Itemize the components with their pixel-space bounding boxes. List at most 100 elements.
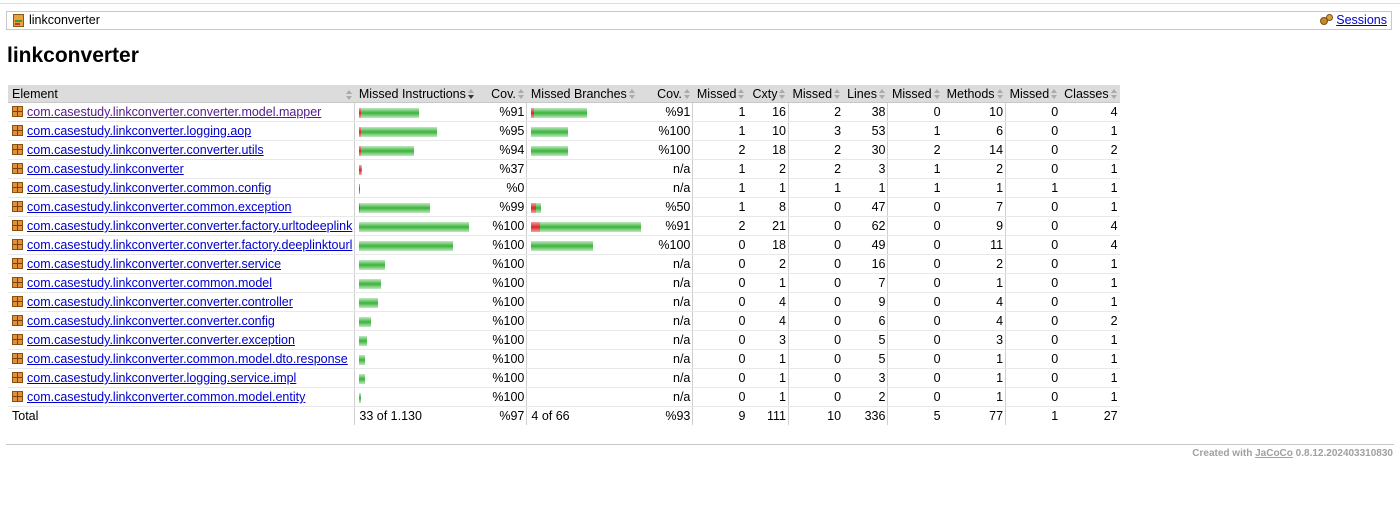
header-missed-lines[interactable]: Missed <box>788 85 844 103</box>
instruction-coverage: %100 <box>482 216 527 236</box>
package-icon <box>12 163 23 174</box>
table-row: com.casestudy.linkconverter.common.excep… <box>8 197 1120 217</box>
footer: Created with JaCoCo 0.8.12.202403310830 <box>1192 448 1393 459</box>
package-link[interactable]: com.casestudy.linkconverter.common.confi… <box>27 181 271 195</box>
missed-branches-cell <box>526 349 649 369</box>
package-link[interactable]: com.casestudy.linkconverter.logging.serv… <box>27 371 296 385</box>
header-methods[interactable]: Methods <box>942 85 1006 103</box>
total-methods: 77 <box>989 409 1004 423</box>
missed-branches-cell <box>526 311 649 331</box>
missed-instructions-cell <box>354 159 483 179</box>
branch-coverage: n/a <box>648 159 693 179</box>
missed-lines: 2 <box>787 159 844 179</box>
package-link[interactable]: com.casestudy.linkconverter.converter.co… <box>27 295 293 309</box>
missed-methods: 0 <box>887 368 943 388</box>
missed-complexity: 0 <box>692 387 748 407</box>
covered-bar <box>359 240 454 251</box>
header-lines[interactable]: Lines <box>843 85 888 103</box>
package-icon <box>12 334 23 345</box>
sessions-link-wrap[interactable]: Sessions <box>1320 13 1387 27</box>
lines: 3 <box>843 159 888 179</box>
instruction-coverage-bar <box>359 297 379 308</box>
methods: 7 <box>942 197 1006 217</box>
instruction-coverage: %100 <box>482 235 527 255</box>
classes: 4 <box>1060 235 1120 255</box>
instruction-coverage-bar <box>359 373 366 384</box>
branch-coverage: %100 <box>648 121 693 141</box>
package-icon <box>12 220 23 231</box>
header-missed-branches[interactable]: Missed Branches <box>526 85 649 103</box>
classes: 4 <box>1060 102 1120 122</box>
header-missed-methods[interactable]: Missed <box>887 85 943 103</box>
total-missed-complexity: 9 <box>692 406 748 425</box>
methods: 2 <box>942 159 1006 179</box>
total-classes: 27 <box>1103 409 1118 423</box>
package-link[interactable]: com.casestudy.linkconverter.converter.mo… <box>27 105 321 119</box>
missed-complexity: 2 <box>692 216 748 236</box>
total-complexity: 111 <box>766 409 786 423</box>
methods: 1 <box>942 349 1006 369</box>
package-link[interactable]: com.casestudy.linkconverter.converter.fa… <box>27 238 352 252</box>
instruction-coverage: %94 <box>482 140 527 160</box>
header-complexity[interactable]: Cxty <box>747 85 789 103</box>
package-link[interactable]: com.casestudy.linkconverter.converter.ex… <box>27 333 295 347</box>
package-link[interactable]: com.casestudy.linkconverter.converter.se… <box>27 257 281 271</box>
total-row: Total 33 of 1.130 %97 4 of 66 %93 9 111 … <box>8 406 1120 425</box>
missed-instructions-cell <box>354 121 483 141</box>
missed-branches-cell <box>526 140 649 160</box>
jacoco-link[interactable]: JaCoCo <box>1255 448 1293 459</box>
missed-branches-cell <box>526 273 649 293</box>
package-link[interactable]: com.casestudy.linkconverter.common.model… <box>27 352 348 366</box>
branch-coverage: n/a <box>648 273 693 293</box>
missed-complexity: 1 <box>692 102 748 122</box>
missed-branches-cell <box>526 178 649 198</box>
missed-classes: 1 <box>1005 178 1061 198</box>
header-missed-complexity[interactable]: Missed <box>692 85 748 103</box>
table-header-row: Element Missed Instructions Cov. Missed … <box>8 85 1120 103</box>
header-instruction-coverage[interactable]: Cov. <box>482 85 527 103</box>
table-row: com.casestudy.linkconverter.converter.co… <box>8 292 1120 312</box>
breadcrumb-title: linkconverter <box>29 13 100 27</box>
footer-version: 0.8.12.202403310830 <box>1295 448 1393 459</box>
branch-coverage: n/a <box>648 368 693 388</box>
header-element[interactable]: Element <box>8 85 355 103</box>
missed-classes: 0 <box>1005 102 1061 122</box>
missed-lines: 0 <box>787 330 844 350</box>
table-row: com.casestudy.linkconverter.common.confi… <box>8 178 1120 198</box>
header-missed-classes[interactable]: Missed <box>1005 85 1061 103</box>
missed-instructions-cell <box>354 330 483 350</box>
missed-methods: 0 <box>887 216 943 236</box>
header-branch-coverage[interactable]: Cov. <box>648 85 693 103</box>
package-link[interactable]: com.casestudy.linkconverter.logging.aop <box>27 124 251 138</box>
header-missed-instructions[interactable]: Missed Instructions <box>354 85 483 103</box>
lines: 16 <box>843 254 888 274</box>
lines: 3 <box>843 368 888 388</box>
breadcrumb-report: linkconverter <box>12 13 100 27</box>
package-icon <box>12 296 23 307</box>
package-link[interactable]: com.casestudy.linkconverter <box>27 162 184 176</box>
sessions-link[interactable]: Sessions <box>1336 13 1387 27</box>
table-row: com.casestudy.linkconverter.common.model… <box>8 273 1120 293</box>
instruction-coverage: %100 <box>482 254 527 274</box>
element-cell: com.casestudy.linkconverter.logging.serv… <box>8 368 355 388</box>
complexity: 4 <box>747 292 789 312</box>
package-link[interactable]: com.casestudy.linkconverter.common.excep… <box>27 200 291 214</box>
missed-branches-cell <box>526 235 649 255</box>
package-link[interactable]: com.casestudy.linkconverter.converter.fa… <box>27 219 352 233</box>
package-link[interactable]: com.casestudy.linkconverter.common.model… <box>27 390 305 404</box>
missed-lines: 0 <box>787 254 844 274</box>
complexity: 18 <box>747 235 789 255</box>
covered-bar <box>531 145 569 156</box>
missed-complexity: 0 <box>692 349 748 369</box>
header-classes[interactable]: Classes <box>1060 85 1120 103</box>
branch-coverage-bar <box>531 202 542 213</box>
missed-instructions-cell <box>354 140 483 160</box>
package-link[interactable]: com.casestudy.linkconverter.converter.co… <box>27 314 275 328</box>
missed-methods: 0 <box>887 311 943 331</box>
missed-lines: 0 <box>787 216 844 236</box>
package-link[interactable]: com.casestudy.linkconverter.converter.ut… <box>27 143 264 157</box>
methods: 6 <box>942 121 1006 141</box>
instruction-coverage-bar <box>359 183 361 194</box>
package-link[interactable]: com.casestudy.linkconverter.common.model <box>27 276 272 290</box>
missed-complexity: 1 <box>692 178 748 198</box>
